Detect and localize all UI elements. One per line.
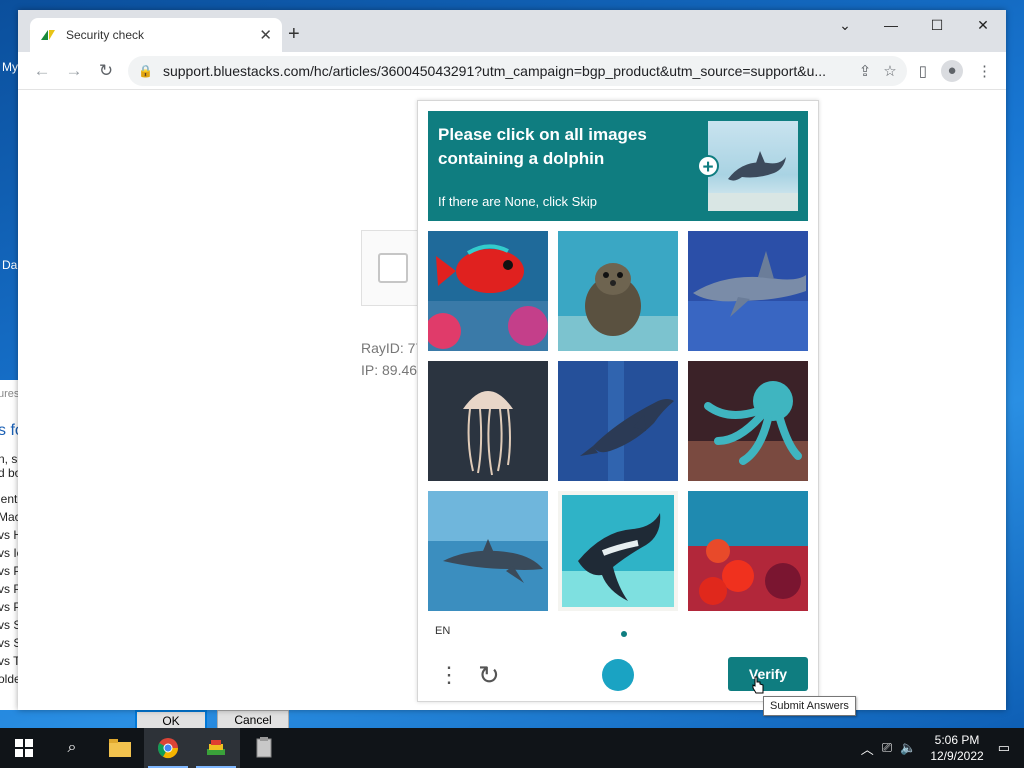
notifications-icon[interactable]: ▭ — [998, 740, 1010, 756]
tab-bar: Security check ✕ + ⌄ — ☐ ✕ — [18, 10, 1006, 52]
image-tile-octopus[interactable] — [688, 361, 808, 481]
ok-button[interactable]: OK — [135, 710, 207, 730]
ray-id: RayID: 77 — [361, 340, 424, 356]
dialog-list-item[interactable]: ient — [0, 492, 17, 506]
browser-toolbar: ← → ↻ 🔒 support.bluestacks.com/hc/articl… — [18, 52, 1006, 90]
challenge-checkbox[interactable] — [378, 253, 408, 283]
challenge-subtext: If there are None, click Skip — [438, 194, 597, 209]
system-tray: ︿ ⎚ 🔈 5:06 PM 12/9/2022 ▭ — [857, 728, 1024, 768]
clock-time: 5:06 PM — [934, 733, 980, 747]
image-tile-dolphin[interactable] — [428, 491, 548, 611]
start-button[interactable] — [0, 728, 48, 768]
close-tab-icon[interactable]: ✕ — [259, 26, 272, 44]
close-window-icon[interactable]: ✕ — [960, 10, 1006, 40]
volume-icon[interactable]: 🔈 — [900, 740, 916, 756]
new-tab-icon[interactable]: + — [288, 24, 300, 44]
search-icon[interactable]: ⌕ — [48, 728, 96, 768]
app-icon[interactable] — [240, 728, 288, 768]
image-tile-fish[interactable] — [688, 491, 808, 611]
refresh-icon[interactable]: ↻ — [478, 661, 500, 689]
side-panel-icon[interactable]: ▯ — [919, 62, 927, 80]
address-bar[interactable]: 🔒 support.bluestacks.com/hc/articles/360… — [128, 55, 907, 86]
share-icon[interactable]: ⇪ — [859, 62, 872, 80]
clock-date: 12/9/2022 — [930, 749, 984, 763]
desktop-icon-label[interactable]: Da — [2, 258, 17, 272]
image-tile-dolphin[interactable] — [688, 231, 808, 351]
image-grid — [428, 231, 808, 611]
tab-title: Security check — [66, 28, 145, 42]
image-tile-dolphin[interactable] — [558, 491, 678, 611]
hand-cursor-icon — [752, 676, 764, 694]
challenge-header: Please click on all images containing a … — [428, 111, 808, 221]
dialog-text: n, s — [0, 452, 18, 466]
chrome-icon[interactable] — [144, 728, 192, 768]
cancel-button[interactable]: Cancel — [217, 710, 289, 730]
image-tile-otter[interactable] — [558, 231, 678, 351]
verify-button[interactable]: Verify — [728, 657, 808, 691]
dialog-buttons: OK Cancel — [135, 710, 289, 730]
show-hidden-icons-icon[interactable]: ︿ — [861, 739, 874, 758]
progress-dot — [621, 631, 627, 637]
file-explorer-icon[interactable] — [96, 728, 144, 768]
image-tile-fish[interactable] — [428, 231, 548, 351]
zendesk-favicon-icon — [41, 30, 55, 40]
menu-icon[interactable]: ⋮ — [438, 661, 460, 689]
clock[interactable]: 5:06 PM 12/9/2022 — [930, 732, 983, 764]
forward-icon[interactable]: → — [58, 55, 90, 87]
menu-kebab-icon[interactable]: ⋮ — [977, 62, 992, 80]
tab-security-check[interactable]: Security check ✕ — [30, 18, 282, 52]
desktop-icon-label[interactable]: My — [2, 60, 18, 74]
bluestacks-icon[interactable] — [192, 728, 240, 768]
hcaptcha-logo-icon — [602, 659, 634, 691]
tab-search-icon[interactable]: ⌄ — [822, 10, 868, 40]
taskbar: ⌕ ︿ ⎚ 🔈 5:06 PM 12/9/2022 ▭ — [0, 728, 1024, 768]
challenge-prompt: Please click on all images containing a … — [438, 125, 647, 168]
dialog-text: ures — [0, 388, 20, 400]
verify-tooltip: Submit Answers — [763, 696, 856, 716]
sample-image[interactable] — [708, 121, 798, 211]
language-selector[interactable]: EN — [435, 625, 450, 637]
minimize-icon[interactable]: — — [868, 10, 914, 40]
image-tile-jellyfish[interactable] — [428, 361, 548, 481]
windows-logo-icon — [15, 739, 33, 757]
profile-icon[interactable]: ● — [941, 59, 963, 82]
toolbar-right: ▯ ● ⋮ — [919, 59, 998, 82]
expand-sample-icon[interactable]: + — [697, 155, 719, 178]
lock-icon[interactable]: 🔒 — [138, 64, 153, 78]
window-controls: ⌄ — ☐ ✕ — [822, 10, 1006, 40]
dolphin-sample-icon — [708, 151, 798, 211]
hcaptcha-challenge: Please click on all images containing a … — [417, 100, 819, 702]
reload-icon[interactable]: ↻ — [90, 55, 122, 87]
bookmark-star-icon[interactable]: ☆ — [883, 62, 896, 80]
url-text[interactable]: support.bluestacks.com/hc/articles/36004… — [163, 63, 847, 79]
network-icon[interactable]: ⎚ — [882, 740, 892, 756]
image-tile-dolphin[interactable] — [558, 361, 678, 481]
back-icon[interactable]: ← — [26, 55, 58, 87]
maximize-icon[interactable]: ☐ — [914, 10, 960, 40]
